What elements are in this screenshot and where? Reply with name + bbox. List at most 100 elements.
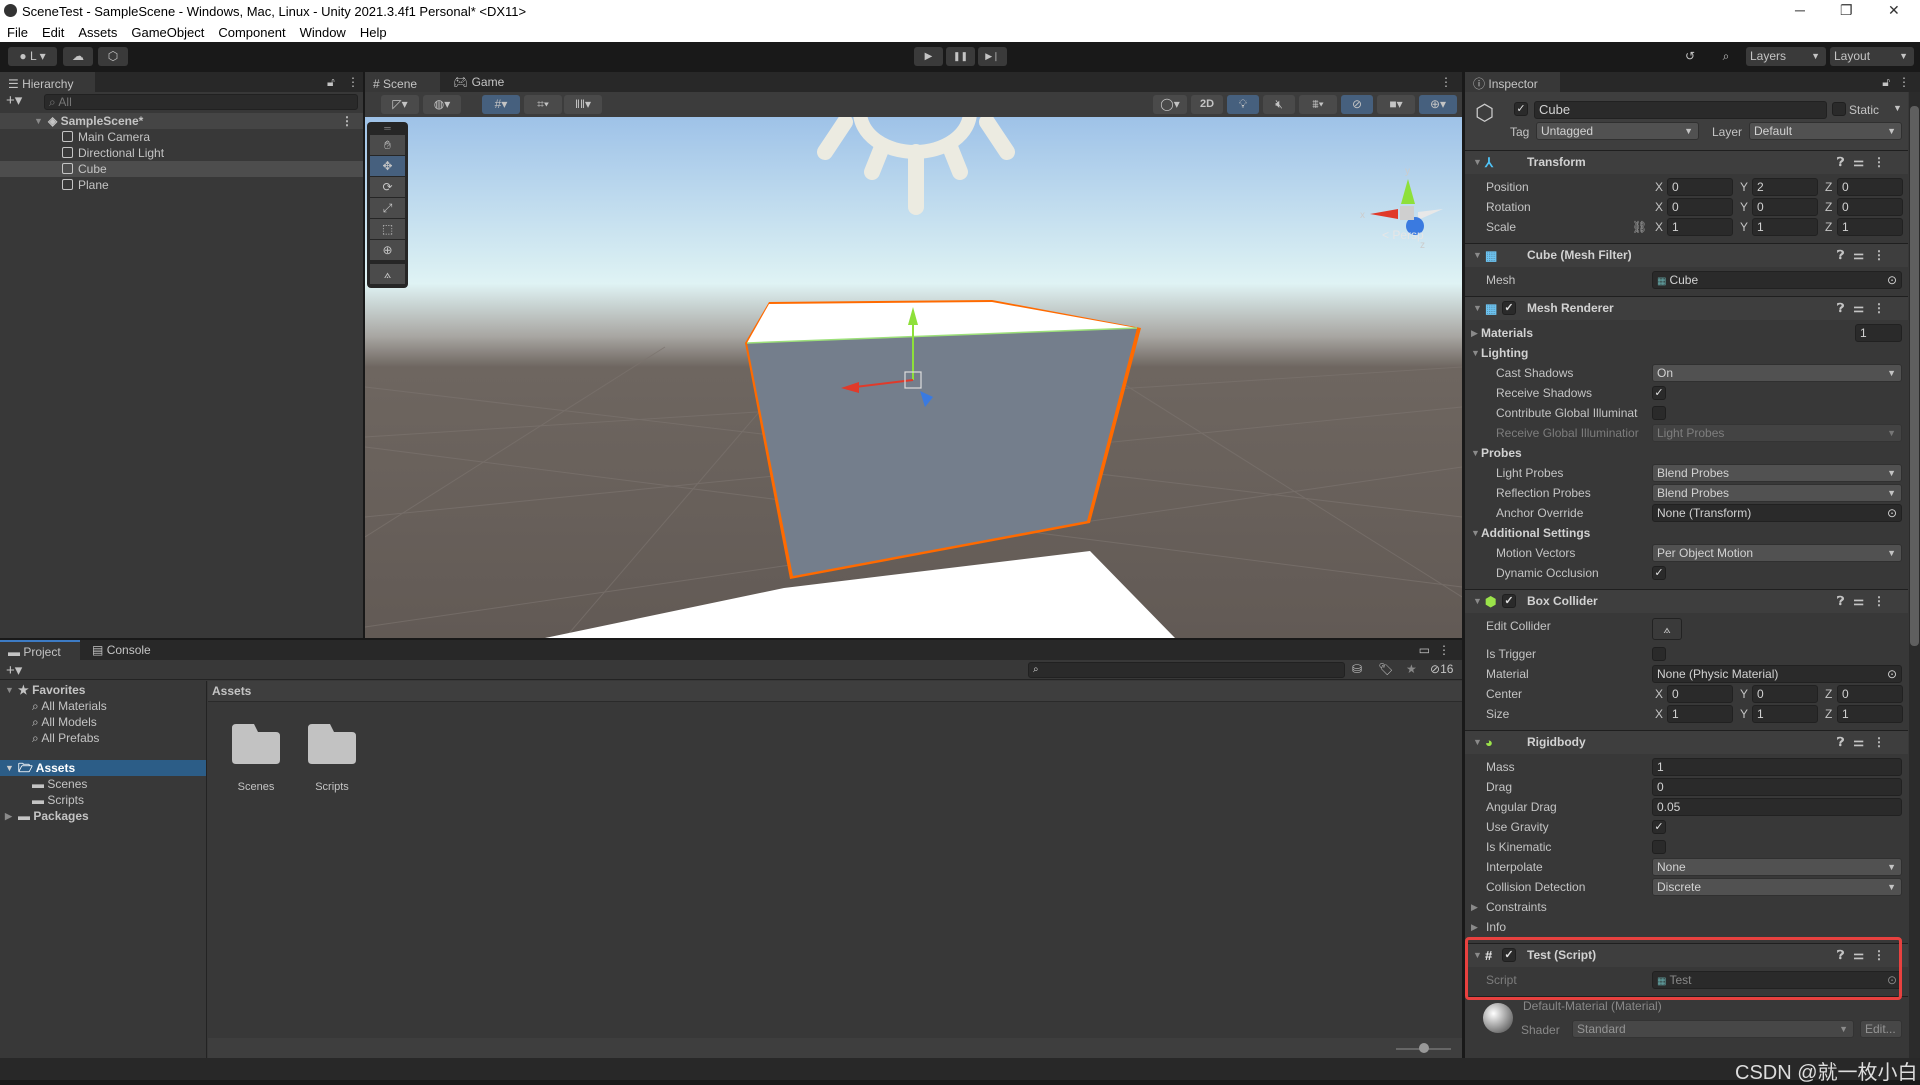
tree-packages[interactable]: ▶ ▬ Packages [0,808,206,824]
property-dropdown[interactable]: Blend Probes ▼ [1652,484,1902,502]
more-icon[interactable]: ⋮ [1873,155,1894,169]
shader-dropdown[interactable]: Standard ▼ [1572,1020,1854,1038]
component-header-icons[interactable]: ❓︎⚌⋮ [1837,151,1894,174]
tab-scene[interactable]: # Scene [365,72,440,92]
vector-y-field[interactable]: 1 [1752,705,1818,723]
component-enabled-checkbox[interactable]: ✓ [1502,948,1516,962]
foldout-arrow-icon[interactable]: ▼ [1471,523,1480,543]
component-header[interactable]: ▼ ◕ Rigidbody ❓︎⚌⋮ [1465,730,1908,754]
menu-component[interactable]: Component [211,24,292,42]
tree-favorites[interactable]: ▼ ★ Favorites [0,682,206,698]
vector-x-field[interactable]: 1 [1667,705,1733,723]
tab-hierarchy[interactable]: ☰ Hierarchy [0,72,95,92]
property-checkbox[interactable]: ✓ [1652,386,1666,400]
component-enabled-checkbox[interactable]: ✓ [1502,594,1516,608]
property-label[interactable]: Info [1486,917,1651,937]
edit-collider-button[interactable]: ⟑ [1652,618,1682,640]
search-button[interactable]: ⌕ [1712,47,1740,66]
increment-snap[interactable]: ‖‖▾ [564,95,602,114]
scene-root-row[interactable]: ▼ ◈ SampleScene* ⋮ [0,113,363,129]
more-icon[interactable]: ⋮ [1873,735,1894,749]
lock-icon[interactable]: 🔓︎ [327,75,335,90]
component-header[interactable]: ▼ ⅄ Transform ❓︎⚌⋮ [1465,150,1908,174]
component-header[interactable]: ▼ ⬢ ✓ Box Collider ❓︎⚌⋮ [1465,589,1908,613]
favorites-star-icon[interactable]: ★ [1406,662,1417,676]
create-asset-button[interactable]: +▾ [6,661,22,679]
object-picker-icon[interactable]: ⊙ [1887,505,1897,521]
maximize-panel-icon[interactable]: ▭ [1419,643,1430,657]
vector-y-field[interactable]: 0 [1752,198,1818,216]
hidden-packages-toggle[interactable]: ⊘16 [1430,662,1453,676]
tag-dropdown[interactable]: Untagged ▼ [1536,122,1699,140]
tab-game[interactable]: 🎮︎ Game [445,72,512,92]
collab-button[interactable]: ⬡ [98,47,128,66]
foldout-arrow-icon[interactable]: ▼ [1471,443,1480,463]
scene-menu-icon[interactable]: ⋮ [341,113,353,129]
foldout-arrow-icon[interactable]: ▼ [1473,297,1482,320]
vector-z-field[interactable]: 1 [1837,705,1903,723]
object-field[interactable]: None (Transform) ⊙ [1652,504,1902,522]
presets-icon[interactable]: ⚌ [1853,948,1873,962]
global-dropdown[interactable]: ◍▾ [423,95,461,114]
object-picker-icon[interactable]: ⊙ [1887,272,1897,288]
hidden-objects-toggle[interactable]: ⊘ [1341,95,1373,114]
property-checkbox[interactable]: ✓ [1652,820,1666,834]
vector-x-field[interactable]: 0 [1667,178,1733,196]
foldout-arrow-icon[interactable]: ▶ [1471,897,1478,917]
rect-tool[interactable]: ⬚ [370,219,405,239]
foldout-arrow-icon[interactable]: ▼ [1473,944,1482,967]
vector-y-field[interactable]: 2 [1752,178,1818,196]
folder-tile[interactable]: Scenes [231,724,281,793]
property-label[interactable]: Constraints [1486,897,1651,917]
hierarchy-item[interactable]: Main Camera [0,129,363,145]
object-field[interactable]: ▦ Cube ⊙ [1652,271,1902,289]
shading-dropdown[interactable]: ◯▾ [1153,95,1187,114]
more-icon[interactable]: ⋮ [1873,248,1894,262]
help-icon[interactable]: ❓︎ [1837,735,1853,749]
static-dropdown-caret[interactable]: ▼ [1893,103,1902,113]
property-label[interactable]: Materials [1481,323,1646,343]
lighting-toggle[interactable]: 💡︎ [1227,95,1259,114]
presets-icon[interactable]: ⚌ [1853,594,1873,608]
tree-assets-selected[interactable]: ▼ 🗁︎ Assets [0,760,206,776]
breadcrumb-assets[interactable]: Assets [212,684,251,698]
component-header-icons[interactable]: ❓︎⚌⋮ [1837,731,1894,754]
property-label[interactable]: Lighting [1481,343,1646,363]
rotate-tool[interactable]: ⟳ [370,177,405,197]
search-by-label-icon[interactable]: 🏷︎ [1378,662,1393,676]
more-icon[interactable]: ⋮ [1873,948,1894,962]
property-dropdown[interactable]: Per Object Motion ▼ [1652,544,1902,562]
account-dropdown[interactable]: ● L ▾ [8,47,57,66]
constrain-proportions-icon[interactable]: ⛓ [1632,217,1647,237]
component-header[interactable]: ▼ # ✓ Test (Script) ❓︎⚌⋮ [1465,943,1908,967]
vector-x-field[interactable]: 0 [1667,198,1733,216]
more-icon[interactable]: ⋮ [1898,75,1910,89]
presets-icon[interactable]: ⚌ [1853,248,1873,262]
property-checkbox[interactable] [1652,406,1666,420]
minimize-button[interactable]: ─ [1795,2,1805,18]
component-header-icons[interactable]: ❓︎⚌⋮ [1837,244,1894,267]
move-tool[interactable]: ✥ [370,156,405,176]
search-by-type-icon[interactable]: ⛁ [1352,662,1362,676]
presets-icon[interactable]: ⚌ [1853,155,1873,169]
close-button[interactable]: ✕ [1888,2,1900,19]
toggle-2d[interactable]: 2D [1191,95,1223,114]
component-header-icons[interactable]: ❓︎⚌⋮ [1837,590,1894,613]
tab-project[interactable]: ▬ Project [0,640,80,660]
grid-toggle[interactable]: #▾ [482,95,520,114]
cloud-button[interactable]: ☁ [63,47,93,66]
object-field[interactable]: None (Physic Material) ⊙ [1652,665,1902,683]
foldout-arrow-icon[interactable]: ▼ [1473,731,1482,754]
more-icon[interactable]: ⋮ [1440,75,1452,89]
hierarchy-search-input[interactable]: ⌕ All [44,94,358,110]
number-field[interactable]: 0 [1652,778,1902,796]
object-picker-icon[interactable]: ⊙ [1887,666,1897,682]
history-button[interactable]: ↺ [1676,47,1704,66]
custom-tool[interactable]: ⟑ [370,264,405,284]
property-label[interactable]: Probes [1481,443,1646,463]
component-header-icons[interactable]: ❓︎⚌⋮ [1837,297,1894,320]
property-checkbox[interactable]: ✓ [1652,566,1666,580]
component-header[interactable]: ▼ ▦ Cube (Mesh Filter) ❓︎⚌⋮ [1465,243,1908,267]
camera-dropdown[interactable]: ■▾ [1377,95,1415,114]
presets-icon[interactable]: ⚌ [1853,735,1873,749]
